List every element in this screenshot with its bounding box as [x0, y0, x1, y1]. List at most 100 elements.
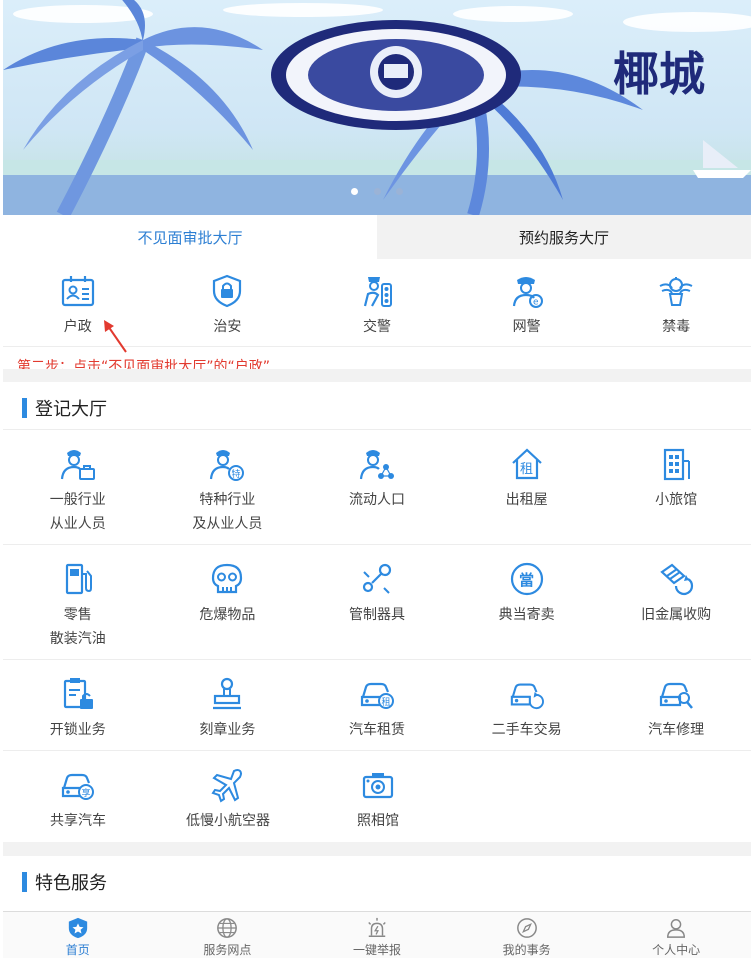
annotation-arrow-icon	[104, 320, 127, 353]
service-used-car[interactable]: 二手车交易	[452, 676, 602, 742]
divider	[3, 659, 751, 660]
carousel-dot[interactable]	[395, 188, 403, 195]
service-label-line1: 低慢小航空器	[186, 813, 270, 829]
carousel-dot[interactable]	[373, 188, 381, 195]
shield-lock-icon	[209, 273, 245, 309]
divider	[3, 544, 751, 545]
user-icon	[667, 919, 686, 938]
home-badge-icon	[68, 917, 87, 939]
car-rental-icon: 租	[359, 676, 395, 712]
service-label-line1: 旧金属收购	[641, 607, 712, 623]
service-label-line1: 小旅馆	[655, 492, 698, 508]
hotel-building-icon	[658, 446, 694, 482]
traffic-police-icon	[359, 273, 395, 309]
alarm-icon	[368, 917, 386, 937]
used-car-icon	[509, 676, 545, 712]
service-special-industry[interactable]: 特 特种行业 及从业人员	[153, 446, 303, 536]
section-gap	[3, 842, 751, 856]
bottom-navigation: 首页 服务网点 一键举报 我的事务 个人中心	[3, 911, 751, 958]
service-floating-population[interactable]: 流动人口	[302, 446, 452, 536]
nav-home[interactable]: 首页	[3, 912, 153, 958]
nav-label: 一键举报	[352, 943, 401, 957]
camera-icon	[360, 767, 396, 803]
service-label-line2: 从业人员	[49, 516, 106, 532]
nav-label: 服务网点	[203, 943, 252, 957]
cyber-police-icon: e	[509, 273, 545, 309]
section-bar	[22, 872, 27, 892]
service-hazardous-materials[interactable]: 危爆物品	[153, 561, 303, 651]
section-title-registration: 登记大厅	[22, 395, 107, 421]
tab-no-meeting-approval[interactable]: 不见面审批大厅	[3, 215, 377, 259]
fuel-pump-icon	[60, 561, 96, 597]
nav-label: 我的事务	[502, 943, 551, 957]
service-label-line1: 出租屋	[505, 492, 548, 508]
nav-label: 首页	[65, 943, 90, 957]
section-title-special-services: 特色服务	[22, 869, 107, 895]
service-label-line2: 散装汽油	[49, 631, 106, 647]
category-label: 交警	[362, 319, 391, 335]
section-title-text: 登记大厅	[35, 399, 107, 420]
section-title-text: 特色服务	[35, 873, 107, 894]
anti-drug-emblem-icon	[658, 273, 694, 309]
category-label: 禁毒	[662, 319, 691, 335]
svg-text:租: 租	[520, 462, 533, 477]
svg-text:特: 特	[232, 468, 241, 480]
service-unlocking[interactable]: 开锁业务	[3, 676, 153, 742]
carousel-indicator[interactable]	[3, 180, 751, 199]
service-shared-car[interactable]: 享 共享汽车	[3, 767, 153, 833]
service-pawn-consignment[interactable]: 當 典当寄卖	[452, 561, 602, 651]
nav-label: 个人中心	[652, 943, 701, 957]
service-photo-studio[interactable]: 照相馆	[303, 767, 453, 833]
service-label-line1: 一般行业	[49, 492, 106, 508]
service-car-repair[interactable]: 汽车修理	[601, 676, 751, 742]
registration-row: 一般行业从业人员 特 特种行业 及从业人员 流动人口 租 出租屋 小旅馆	[3, 446, 751, 536]
pawn-icon: 當	[509, 561, 545, 597]
scrap-metal-icon	[658, 561, 694, 597]
service-label-line1: 特种行业	[199, 492, 256, 508]
service-label-line1: 管制器具	[348, 607, 405, 623]
category-cyber-police[interactable]: e 网警	[452, 273, 602, 339]
service-label-line1: 零售	[63, 607, 92, 623]
shared-car-icon: 享	[60, 767, 96, 803]
service-label-line1: 二手车交易	[491, 722, 562, 738]
service-seal-engraving[interactable]: 刻章业务	[153, 676, 303, 742]
registration-row: 零售散装汽油 危爆物品 管制器具 當 典当寄卖 旧金属收购	[3, 561, 751, 651]
service-rental-house[interactable]: 租 出租屋	[452, 446, 602, 536]
svg-text:享: 享	[82, 787, 91, 799]
service-car-rental[interactable]: 租 汽车租赁	[302, 676, 452, 742]
special-worker-icon: 特	[209, 446, 245, 482]
nav-my-affairs[interactable]: 我的事务	[452, 912, 602, 958]
hall-tabs: 不见面审批大厅 预约服务大厅	[3, 215, 751, 259]
service-label-line1: 开锁业务	[49, 722, 106, 738]
category-public-security[interactable]: 治安	[153, 273, 303, 339]
tab-appointment-service[interactable]: 预约服务大厅	[377, 215, 751, 259]
service-controlled-tools[interactable]: 管制器具	[302, 561, 452, 651]
service-label-line1: 共享汽车	[50, 813, 106, 829]
car-repair-icon	[658, 676, 694, 712]
section-bar	[22, 398, 27, 418]
nav-service-points[interactable]: 服务网点	[153, 912, 303, 958]
category-traffic-police[interactable]: 交警	[302, 273, 452, 339]
service-retail-fuel[interactable]: 零售 散装汽油	[3, 561, 153, 651]
compass-icon	[516, 918, 537, 938]
service-scrap-metal[interactable]: 旧金属收购	[601, 561, 751, 651]
floating-population-icon	[359, 446, 395, 482]
service-low-slow-small-aircraft[interactable]: 低慢小航空器	[153, 767, 303, 833]
rental-house-icon: 租	[509, 446, 545, 482]
banner-carousel[interactable]: 椰城	[3, 0, 751, 215]
category-anti-drug[interactable]: 禁毒	[601, 273, 751, 339]
service-label-line1: 照相馆	[357, 813, 399, 829]
skull-icon	[209, 561, 245, 597]
category-label: 治安	[213, 319, 242, 335]
svg-text:租: 租	[381, 697, 390, 708]
service-label-line1: 典当寄卖	[498, 607, 555, 623]
nav-personal-center[interactable]: 个人中心	[601, 912, 751, 958]
carousel-dot[interactable]	[351, 188, 359, 195]
registration-row: 开锁业务 刻章业务 租 汽车租赁 二手车交易 汽车修理	[3, 676, 751, 742]
category-label: 网警	[512, 319, 541, 335]
service-general-industry[interactable]: 一般行业 从业人员	[3, 446, 153, 536]
globe-icon	[217, 918, 238, 938]
nav-one-click-report[interactable]: 一键举报	[302, 912, 452, 958]
service-small-hotel[interactable]: 小旅馆	[601, 446, 751, 536]
service-label-line1: 流动人口	[348, 492, 405, 508]
